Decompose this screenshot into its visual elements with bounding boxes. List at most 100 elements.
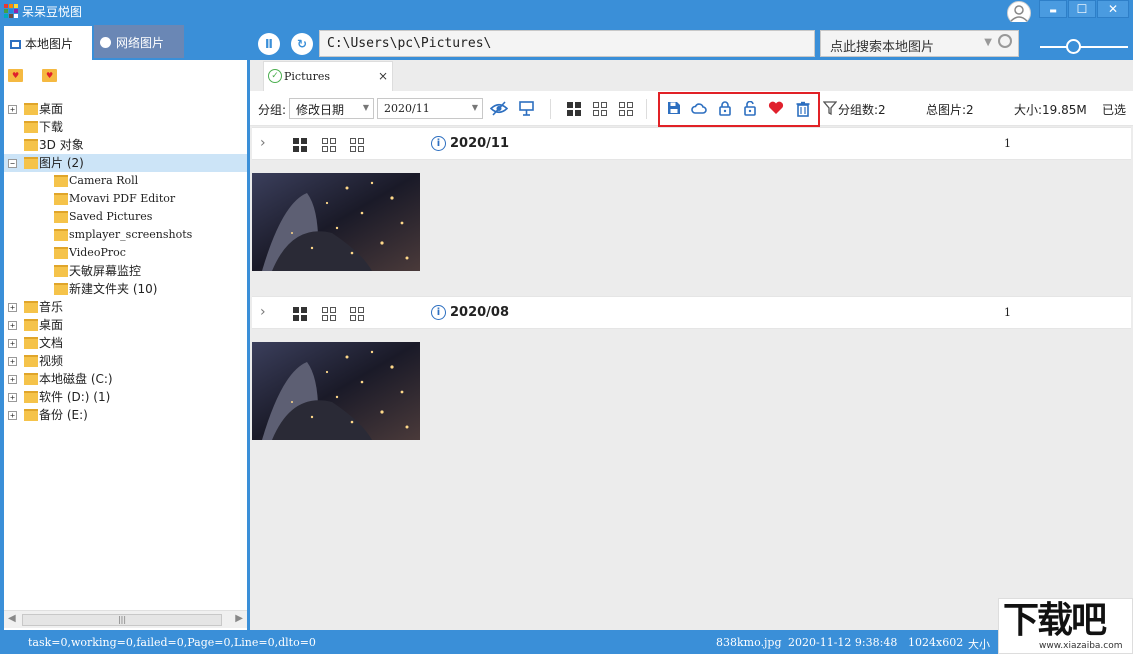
- expand-icon[interactable]: +: [8, 339, 17, 348]
- chevron-right-icon[interactable]: ›: [260, 304, 266, 320]
- folder-icon: [24, 337, 38, 349]
- zoom-slider-track[interactable]: [1040, 46, 1128, 48]
- small-grid-icon[interactable]: [322, 138, 336, 152]
- chevron-down-icon: ▼: [362, 103, 369, 112]
- minimize-button[interactable]: ▬: [1039, 0, 1067, 18]
- chevron-right-icon[interactable]: ›: [260, 135, 266, 151]
- tab-local-pictures[interactable]: 本地图片: [4, 26, 92, 60]
- pause-button[interactable]: Ⅱ: [258, 33, 280, 55]
- search-input[interactable]: 点此搜索本地图片 ▼: [820, 30, 1019, 57]
- large-grid-icon[interactable]: [567, 102, 581, 116]
- horizontal-scrollbar[interactable]: ◀ ||| ▶: [4, 610, 247, 628]
- scroll-left-icon[interactable]: ◀: [8, 613, 16, 624]
- image-thumbnail[interactable]: [252, 342, 420, 440]
- tree-item-label: 3D 对象: [39, 138, 84, 152]
- search-icon[interactable]: [998, 34, 1012, 48]
- tree-item[interactable]: + 音乐: [4, 298, 247, 316]
- tab-close-icon[interactable]: ×: [378, 69, 388, 83]
- zoom-slider-thumb[interactable]: [1066, 39, 1081, 54]
- group-label: 分组:: [258, 103, 287, 117]
- favorite-add-icon[interactable]: ♥: [42, 69, 57, 82]
- close-button[interactable]: ✕: [1097, 0, 1129, 18]
- tree-item[interactable]: 新建文件夹 (10): [4, 280, 247, 298]
- collapse-icon[interactable]: −: [8, 159, 17, 168]
- tab-pictures-label: Pictures: [284, 70, 330, 83]
- watermark-logo: 下载吧 www.xiazaiba.com: [998, 598, 1133, 654]
- group-count: 分组数:2: [838, 103, 886, 117]
- group-select[interactable]: 修改日期 ▼: [289, 98, 374, 119]
- tree-item[interactable]: Saved Pictures: [4, 208, 247, 226]
- status-datetime: 2020-11-12 9:38:48: [788, 636, 898, 649]
- folder-icon: [24, 157, 38, 169]
- large-grid-icon[interactable]: [293, 138, 307, 152]
- tree-item-label: 图片 (2): [39, 156, 84, 170]
- favorite-folder-icon[interactable]: ♥: [8, 69, 23, 82]
- tree-item[interactable]: + 桌面: [4, 100, 247, 118]
- folder-icon: [54, 229, 68, 241]
- select-grid-icon[interactable]: [350, 307, 364, 321]
- scroll-right-icon[interactable]: ▶: [235, 613, 243, 624]
- date-select[interactable]: 2020/11 ▼: [377, 98, 483, 119]
- date-group-header[interactable]: › i 2020/08 1: [252, 296, 1131, 329]
- tab-pictures[interactable]: ✓ Pictures ×: [263, 61, 393, 91]
- tree-item[interactable]: + 桌面: [4, 316, 247, 334]
- tree-item[interactable]: 下载: [4, 118, 247, 136]
- folder-icon: [54, 211, 68, 223]
- tree-item[interactable]: Camera Roll: [4, 172, 247, 190]
- refresh-icon: ↻: [296, 37, 308, 51]
- tab-network-label: 网络图片: [116, 36, 165, 50]
- refresh-button[interactable]: ↻: [291, 33, 313, 55]
- path-input[interactable]: C:\Users\pc\Pictures\: [319, 30, 815, 57]
- select-grid-icon[interactable]: [350, 138, 364, 152]
- tree-item-label: Saved Pictures: [69, 210, 153, 223]
- filter-icon[interactable]: [822, 101, 837, 116]
- tree-item[interactable]: + 软件 (D:) (1): [4, 388, 247, 406]
- info-icon[interactable]: i: [431, 136, 446, 151]
- expand-icon[interactable]: +: [8, 321, 17, 330]
- tree-item-label: 桌面: [39, 102, 64, 116]
- slideshow-icon[interactable]: [519, 101, 534, 116]
- check-circle-icon: ✓: [268, 69, 282, 83]
- tree-item[interactable]: 天敏屏幕监控: [4, 262, 247, 280]
- small-grid-icon[interactable]: [322, 307, 336, 321]
- scroll-thumb[interactable]: |||: [22, 614, 222, 626]
- folder-icon: [24, 121, 38, 133]
- tree-item[interactable]: + 视频: [4, 352, 247, 370]
- large-grid-icon[interactable]: [293, 307, 307, 321]
- tree-item[interactable]: + 本地磁盘 (C:): [4, 370, 247, 388]
- image-thumbnail[interactable]: [252, 173, 420, 271]
- search-placeholder: 点此搜索本地图片: [830, 40, 935, 55]
- folder-icon: [24, 103, 38, 115]
- content-panel: ✓ Pictures × 分组: 修改日期 ▼ 2020/11 ▼ 分组数:2 …: [250, 60, 1133, 630]
- tree-item[interactable]: 3D 对象: [4, 136, 247, 154]
- tree-item[interactable]: Movavi PDF Editor: [4, 190, 247, 208]
- tree-item[interactable]: VideoProc: [4, 244, 247, 262]
- close-icon: ✕: [1107, 2, 1119, 16]
- small-grid-icon[interactable]: [593, 102, 607, 116]
- expand-icon[interactable]: +: [8, 303, 17, 312]
- tree-item[interactable]: + 备份 (E:): [4, 406, 247, 424]
- hide-eye-icon[interactable]: [489, 101, 509, 116]
- date-group-header[interactable]: › i 2020/11 1: [252, 127, 1131, 160]
- expand-icon[interactable]: +: [8, 105, 17, 114]
- group-date: 2020/11: [450, 136, 510, 151]
- maximize-button[interactable]: ☐: [1068, 0, 1096, 18]
- folder-icon: [54, 247, 68, 259]
- select-grid-icon[interactable]: [619, 102, 633, 116]
- status-task-info: task=0,working=0,failed=0,Page=0,Line=0,…: [28, 636, 316, 649]
- chevron-down-icon[interactable]: ▼: [984, 37, 992, 48]
- folder-panel: ♥ ♥ + 桌面 下载 3D 对象 − 图片 (2) Camera Roll Movavi P…: [4, 60, 247, 630]
- expand-icon[interactable]: +: [8, 357, 17, 366]
- app-title: 呆呆豆悦图: [22, 5, 83, 19]
- tab-network-pictures[interactable]: 网络图片: [94, 25, 184, 58]
- tree-item[interactable]: smplayer_screenshots: [4, 226, 247, 244]
- expand-icon[interactable]: +: [8, 411, 17, 420]
- info-icon[interactable]: i: [431, 305, 446, 320]
- toolbar-divider: [646, 99, 647, 119]
- expand-icon[interactable]: +: [8, 393, 17, 402]
- date-select-value: 2020/11: [384, 102, 430, 115]
- expand-icon[interactable]: +: [8, 375, 17, 384]
- tree-item[interactable]: + 文档: [4, 334, 247, 352]
- status-filename: 838kmo.jpg: [716, 636, 782, 649]
- tree-item[interactable]: − 图片 (2): [4, 154, 247, 172]
